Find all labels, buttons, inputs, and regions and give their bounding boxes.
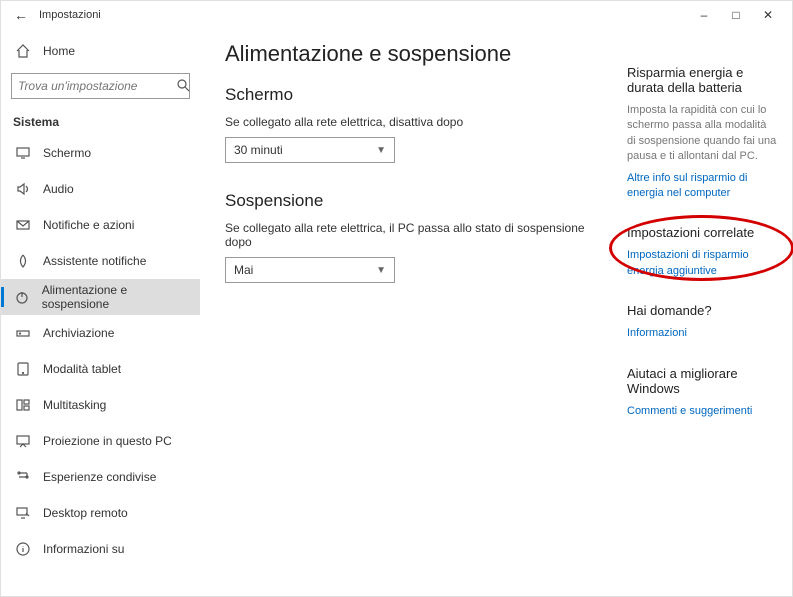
close-button[interactable]: ✕	[752, 5, 784, 25]
sleep-heading: Sospensione	[225, 191, 593, 211]
sidebar-item-label: Audio	[43, 182, 74, 196]
sidebar-item-alimentazione[interactable]: Alimentazione e sospensione	[1, 279, 200, 315]
screen-heading: Schermo	[225, 85, 593, 105]
rp-heading-improve: Aiutaci a migliorare Windows	[627, 366, 778, 396]
sidebar-item-desktop-remoto[interactable]: Desktop remoto	[1, 495, 200, 531]
sidebar: Home Sistema Schermo Audio Notifiche e a…	[1, 29, 201, 596]
focus-assist-icon	[13, 251, 33, 271]
rp-heading-questions: Hai domande?	[627, 303, 778, 318]
multitasking-icon	[13, 395, 33, 415]
sidebar-item-archiviazione[interactable]: Archiviazione	[1, 315, 200, 351]
sidebar-item-proiezione[interactable]: Proiezione in questo PC	[1, 423, 200, 459]
rp-text-energy: Imposta la rapidità con cui lo schermo p…	[627, 103, 778, 165]
right-pane: Risparmia energia e durata della batteri…	[617, 29, 792, 596]
sidebar-item-notifiche[interactable]: Notifiche e azioni	[1, 207, 200, 243]
sidebar-item-audio[interactable]: Audio	[1, 171, 200, 207]
chevron-down-icon: ▼	[376, 265, 386, 276]
remote-desktop-icon	[13, 503, 33, 523]
sidebar-home-label: Home	[43, 44, 75, 58]
screen-timeout-dropdown[interactable]: 30 minuti ▼	[225, 137, 395, 163]
sidebar-item-label: Alimentazione e sospensione	[42, 283, 188, 311]
sidebar-item-label: Notifiche e azioni	[43, 218, 134, 232]
sidebar-item-schermo[interactable]: Schermo	[1, 135, 200, 171]
sidebar-item-label: Informazioni su	[43, 542, 124, 556]
sidebar-item-label: Proiezione in questo PC	[43, 434, 172, 448]
rp-link-help[interactable]: Informazioni	[627, 326, 778, 341]
sidebar-item-label: Schermo	[43, 146, 91, 160]
search-input[interactable]	[11, 73, 190, 99]
page-title: Alimentazione e sospensione	[225, 41, 593, 67]
projecting-icon	[13, 431, 33, 451]
window-title: Impostazioni	[39, 9, 101, 21]
main-content: Alimentazione e sospensione Schermo Se c…	[201, 29, 617, 596]
rp-link-feedback[interactable]: Commenti e suggerimenti	[627, 404, 778, 419]
rp-link-additional-power[interactable]: Impostazioni di risparmio energia aggiun…	[627, 248, 778, 279]
sidebar-item-label: Esperienze condivise	[43, 470, 156, 484]
sidebar-item-label: Assistente notifiche	[43, 254, 146, 268]
about-icon	[13, 539, 33, 559]
sidebar-item-label: Archiviazione	[43, 326, 114, 340]
notifications-icon	[13, 215, 33, 235]
rp-heading-related: Impostazioni correlate	[627, 225, 778, 240]
rp-heading-energy: Risparmia energia e durata della batteri…	[627, 65, 778, 95]
sidebar-item-assistente-notifiche[interactable]: Assistente notifiche	[1, 243, 200, 279]
sleep-desc: Se collegato alla rete elettrica, il PC …	[225, 221, 593, 249]
screen-desc: Se collegato alla rete elettrica, disatt…	[225, 115, 593, 129]
sidebar-item-label: Multitasking	[43, 398, 106, 412]
minimize-button[interactable]: –	[688, 5, 720, 25]
power-icon	[13, 287, 32, 307]
display-icon	[13, 143, 33, 163]
screen-timeout-value: 30 minuti	[234, 143, 283, 157]
rp-link-energy-info[interactable]: Altre info sul risparmio di energia nel …	[627, 171, 778, 202]
shared-icon	[13, 467, 33, 487]
sleep-timeout-value: Mai	[234, 263, 253, 277]
sleep-timeout-dropdown[interactable]: Mai ▼	[225, 257, 395, 283]
sidebar-item-tablet[interactable]: Modalità tablet	[1, 351, 200, 387]
sidebar-item-label: Desktop remoto	[43, 506, 128, 520]
search-icon	[175, 77, 191, 96]
sidebar-home[interactable]: Home	[1, 33, 200, 69]
sidebar-item-multitasking[interactable]: Multitasking	[1, 387, 200, 423]
home-icon	[13, 41, 33, 61]
chevron-down-icon: ▼	[376, 145, 386, 156]
maximize-button[interactable]: □	[720, 5, 752, 25]
sidebar-item-informazioni[interactable]: Informazioni su	[1, 531, 200, 567]
sidebar-item-label: Modalità tablet	[43, 362, 121, 376]
storage-icon	[13, 323, 33, 343]
tablet-icon	[13, 359, 33, 379]
sidebar-item-esperienze[interactable]: Esperienze condivise	[1, 459, 200, 495]
sidebar-section-label: Sistema	[1, 105, 200, 135]
sound-icon	[13, 179, 33, 199]
back-button[interactable]: ←	[9, 7, 33, 23]
